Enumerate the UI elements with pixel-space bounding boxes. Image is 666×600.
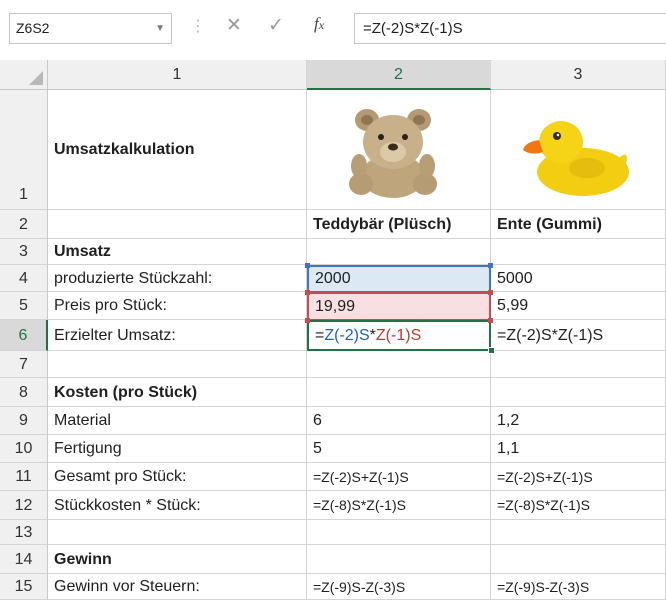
teddy-bear-picture[interactable]: [343, 104, 443, 200]
row-header-5[interactable]: 5: [0, 292, 48, 320]
cell-r15-c3[interactable]: =Z(-9)S-Z(-3)S: [491, 574, 666, 600]
red-range-handle[interactable]: [488, 318, 493, 323]
cell-r11-c3[interactable]: =Z(-2)S+Z(-1)S: [491, 463, 666, 491]
formula-ref-red: Z(-1)S: [375, 327, 422, 344]
cancel-icon[interactable]: ✕: [226, 14, 242, 37]
cell-r9-c2[interactable]: 6: [307, 407, 491, 435]
row-header-8[interactable]: 8: [0, 378, 48, 407]
cell-r7-c3[interactable]: [491, 351, 666, 378]
cell-r7-c2[interactable]: [307, 351, 491, 378]
cell-r9-c1[interactable]: Material: [48, 407, 307, 435]
cell-r6-c1[interactable]: Erzielter Umsatz:: [48, 320, 307, 351]
cell-r10-c3[interactable]: 1,1: [491, 435, 666, 463]
cell-r4-c1[interactable]: produzierte Stückzahl:: [48, 265, 307, 292]
name-box[interactable]: Z6S2 ▼: [9, 13, 172, 44]
cell-r4-c3[interactable]: 5000: [491, 265, 666, 292]
row-header-12[interactable]: 12: [0, 491, 48, 520]
chevron-down-icon[interactable]: ▼: [155, 14, 165, 43]
formula-bar: Z6S2 ▼ ⋮ ✕ ✓ fx =Z(-2)S*Z(-1)S: [0, 0, 666, 61]
blue-range-handle[interactable]: [305, 263, 310, 268]
cell-r10-c1[interactable]: Fertigung: [48, 435, 307, 463]
cell-r6-c3[interactable]: =Z(-2)S*Z(-1)S: [491, 320, 666, 351]
row-header-6[interactable]: 6: [0, 320, 48, 351]
insert-function-icon[interactable]: fx: [314, 14, 324, 34]
row-header-14[interactable]: 14: [0, 545, 48, 574]
column-header-1[interactable]: 1: [48, 60, 307, 90]
cell-r14-c1[interactable]: Gewinn: [48, 545, 307, 574]
rubber-duck-picture[interactable]: [521, 110, 631, 198]
row-header-3[interactable]: 3: [0, 239, 48, 265]
row-header-11[interactable]: 11: [0, 463, 48, 491]
row-header-13[interactable]: 13: [0, 520, 48, 545]
select-all-button[interactable]: [0, 60, 48, 90]
cell-r5-c2[interactable]: 19,99: [307, 292, 491, 321]
cell-r12-c1[interactable]: Stückkosten * Stück:: [48, 491, 307, 520]
row-header-9[interactable]: 9: [0, 407, 48, 435]
formula-equals: =: [315, 327, 325, 344]
cell-r13-c1[interactable]: [48, 520, 307, 545]
cell-r14-c3[interactable]: [491, 545, 666, 574]
cell-r3-c3[interactable]: [491, 239, 666, 265]
separator-dots-icon: ⋮: [190, 18, 207, 35]
row-header-1[interactable]: 1: [0, 90, 48, 210]
cell-r5-c1[interactable]: Preis pro Stück:: [48, 292, 307, 320]
cell-r3-c2[interactable]: [307, 239, 491, 265]
row-header-4[interactable]: 4: [0, 265, 48, 292]
row-header-10[interactable]: 10: [0, 435, 48, 463]
cell-r2-c1[interactable]: [48, 210, 307, 239]
cell-r8-c2[interactable]: [307, 378, 491, 407]
cell-r10-c2[interactable]: 5: [307, 435, 491, 463]
row-header-2[interactable]: 2: [0, 210, 48, 239]
column-header-3[interactable]: 3: [491, 60, 666, 90]
row-header-7[interactable]: 7: [0, 351, 48, 378]
cell-r7-c1[interactable]: [48, 351, 307, 378]
name-box-value: Z6S2: [16, 20, 50, 36]
row-header-15[interactable]: 15: [0, 574, 48, 600]
cell-r2-c2[interactable]: Teddybär (Plüsch): [307, 210, 491, 239]
cell-r8-c3[interactable]: [491, 378, 666, 407]
cell-r13-c2[interactable]: [307, 520, 491, 545]
cell-r11-c2[interactable]: =Z(-2)S+Z(-1)S: [307, 463, 491, 491]
red-range-handle[interactable]: [305, 290, 310, 295]
cell-r4-c2[interactable]: 2000: [307, 265, 491, 293]
cell-r6-c2-active[interactable]: =Z(-2)S*Z(-1)S: [307, 320, 491, 351]
cell-r1-c3[interactable]: [491, 90, 666, 210]
blue-range-handle[interactable]: [488, 263, 493, 268]
formula-input[interactable]: =Z(-2)S*Z(-1)S: [354, 13, 666, 44]
cell-r12-c3[interactable]: =Z(-8)S*Z(-1)S: [491, 491, 666, 520]
enter-icon[interactable]: ✓: [268, 14, 284, 37]
cell-r13-c3[interactable]: [491, 520, 666, 545]
cell-r2-c3[interactable]: Ente (Gummi): [491, 210, 666, 239]
cell-r15-c2[interactable]: =Z(-9)S-Z(-3)S: [307, 574, 491, 600]
cell-r1-c2[interactable]: [307, 90, 491, 210]
cell-r3-c1[interactable]: Umsatz: [48, 239, 307, 265]
cell-r9-c3[interactable]: 1,2: [491, 407, 666, 435]
red-range-handle[interactable]: [488, 290, 493, 295]
fill-handle[interactable]: [488, 347, 495, 354]
formula-ref-blue: Z(-2)S: [324, 327, 370, 344]
column-header-2[interactable]: 2: [307, 60, 491, 90]
cell-r14-c2[interactable]: [307, 545, 491, 574]
red-range-handle[interactable]: [305, 318, 310, 323]
cell-r5-c3[interactable]: 5,99: [491, 292, 666, 320]
cell-r1-c1[interactable]: Umsatzkalkulation: [48, 90, 307, 210]
cell-r12-c2[interactable]: =Z(-8)S*Z(-1)S: [307, 491, 491, 520]
cell-r15-c1[interactable]: Gewinn vor Steuern:: [48, 574, 307, 600]
cell-r11-c1[interactable]: Gesamt pro Stück:: [48, 463, 307, 491]
cell-r8-c1[interactable]: Kosten (pro Stück): [48, 378, 307, 407]
